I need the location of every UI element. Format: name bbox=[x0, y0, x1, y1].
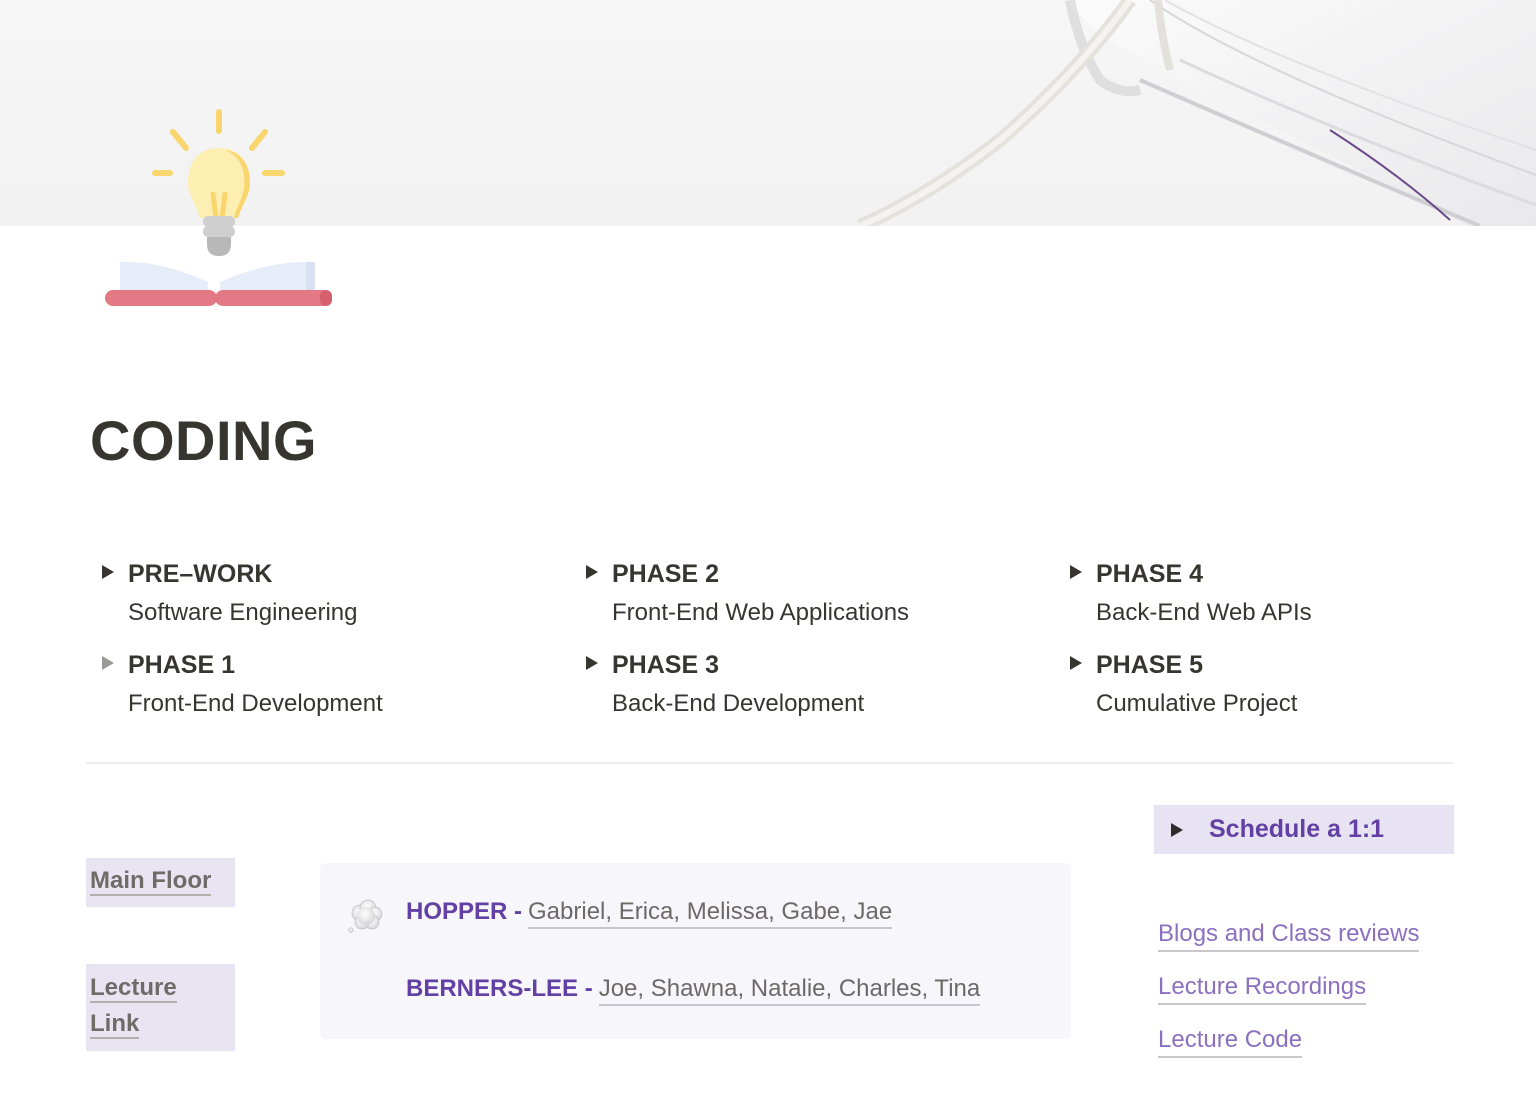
lightbulb-book-icon bbox=[105, 109, 332, 306]
schedule-label: Schedule a 1:1 bbox=[1209, 815, 1385, 843]
toggle-triangle-icon[interactable] bbox=[572, 650, 608, 676]
toggle-phase-1[interactable]: PHASE 1 Front-End Development bbox=[88, 650, 383, 719]
toggle-phase-3[interactable]: PHASE 3 Back-End Development bbox=[572, 650, 864, 719]
lecture-link-block: Lecture Link bbox=[86, 964, 235, 1051]
resource-links: Blogs and Class reviews Lecture Recordin… bbox=[1158, 918, 1420, 1077]
toggle-pre-work[interactable]: PRE–WORK Software Engineering bbox=[88, 559, 357, 628]
lecture-link-line1[interactable]: Lecture bbox=[90, 974, 177, 1003]
thought-balloon-icon bbox=[348, 899, 383, 933]
group-name: HOPPER - bbox=[406, 898, 523, 925]
toggle-phase-2[interactable]: PHASE 2 Front-End Web Applications bbox=[572, 559, 909, 628]
toggle-subtitle: Back-End Web APIs bbox=[1096, 599, 1312, 626]
toggle-phase-5[interactable]: PHASE 5 Cumulative Project bbox=[1056, 650, 1297, 719]
toggle-phase-4[interactable]: PHASE 4 Back-End Web APIs bbox=[1056, 559, 1312, 628]
toggle-triangle-icon[interactable] bbox=[88, 650, 124, 676]
toggle-subtitle: Front-End Web Applications bbox=[612, 599, 910, 626]
toggle-triangle-icon[interactable] bbox=[572, 559, 608, 585]
toggle-triangle-icon[interactable] bbox=[1056, 650, 1092, 676]
toggle-heading: PHASE 3 bbox=[612, 651, 719, 679]
group-row-berners-lee: BERNERS-LEE - Joe, Shawna, Natalie, Char… bbox=[406, 974, 981, 1006]
lecture-code-link[interactable]: Lecture Code bbox=[1158, 1024, 1303, 1058]
toggle-subtitle: Software Engineering bbox=[128, 599, 358, 626]
schedule-toggle[interactable]: Schedule a 1:1 bbox=[1154, 805, 1454, 854]
main-floor-block: Main Floor bbox=[86, 858, 235, 907]
group-name: BERNERS-LEE - bbox=[406, 975, 593, 1002]
groups-callout: HOPPER - Gabriel, Erica, Melissa, Gabe, … bbox=[320, 863, 1071, 1039]
blogs-class-reviews-link[interactable]: Blogs and Class reviews bbox=[1158, 918, 1420, 952]
main-floor-link[interactable]: Main Floor bbox=[90, 867, 212, 896]
toggle-heading: PHASE 2 bbox=[612, 560, 719, 588]
toggle-triangle-icon[interactable] bbox=[1056, 559, 1092, 585]
toggle-triangle-icon[interactable] bbox=[1171, 822, 1183, 837]
toggle-subtitle: Back-End Development bbox=[612, 690, 865, 717]
group-row-hopper: HOPPER - Gabriel, Erica, Melissa, Gabe, … bbox=[406, 897, 893, 929]
lecture-link-line2[interactable]: Link bbox=[90, 1010, 140, 1039]
toggle-heading: PRE–WORK bbox=[128, 560, 273, 588]
toggle-subtitle: Front-End Development bbox=[128, 690, 383, 717]
toggle-heading: PHASE 4 bbox=[1096, 560, 1203, 588]
toggle-subtitle: Cumulative Project bbox=[1096, 690, 1298, 717]
toggle-heading: PHASE 1 bbox=[128, 651, 235, 679]
divider bbox=[86, 762, 1453, 764]
toggle-heading: PHASE 5 bbox=[1096, 651, 1203, 679]
group-members-link[interactable]: Joe, Shawna, Natalie, Charles, Tina bbox=[598, 974, 981, 1006]
page-title: CODING bbox=[90, 409, 317, 472]
lecture-recordings-link[interactable]: Lecture Recordings bbox=[1158, 971, 1367, 1005]
group-members-link[interactable]: Gabriel, Erica, Melissa, Gabe, Jae bbox=[528, 897, 893, 929]
toggle-triangle-icon[interactable] bbox=[88, 559, 124, 585]
